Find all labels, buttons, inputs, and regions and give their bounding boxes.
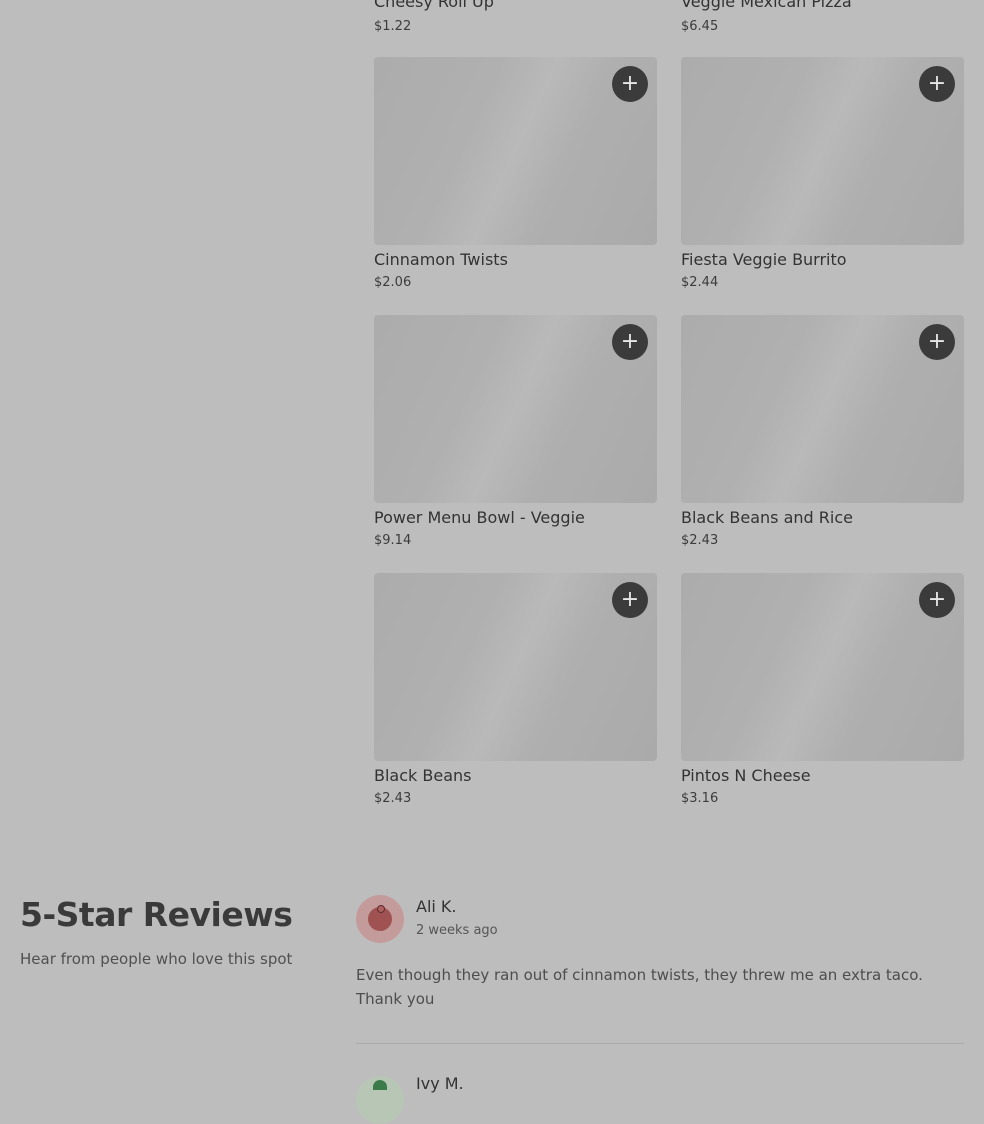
leaf-icon bbox=[373, 1080, 387, 1090]
review-time: 2 weeks ago bbox=[416, 923, 498, 938]
menu-item-card[interactable]: + Pintos N Cheese $3.16 bbox=[681, 573, 964, 806]
avatar bbox=[356, 1076, 404, 1124]
menu-item-price: $2.43 bbox=[681, 533, 719, 548]
menu-item-image[interactable]: + bbox=[374, 315, 657, 503]
reviewer-name: Ivy M. bbox=[416, 1074, 464, 1093]
menu-item-image[interactable]: + bbox=[374, 573, 657, 761]
menu-item-price: $2.44 bbox=[681, 275, 719, 290]
divider bbox=[356, 1043, 964, 1044]
reviews-subtitle: Hear from people who love this spot bbox=[20, 950, 293, 968]
reviews-header: 5-Star Reviews Hear from people who love… bbox=[20, 895, 293, 968]
reviewer-name: Ali K. bbox=[416, 897, 457, 916]
menu-item-image[interactable]: + bbox=[681, 573, 964, 761]
plus-icon: + bbox=[927, 71, 947, 96]
menu-item-price: $3.16 bbox=[681, 791, 719, 806]
reviewer-info: Ivy M. bbox=[416, 1074, 464, 1093]
menu-item-name: Black Beans and Rice bbox=[681, 508, 853, 527]
menu-item-price: $9.14 bbox=[374, 533, 412, 548]
menu-item-name: Black Beans bbox=[374, 766, 472, 785]
avatar bbox=[356, 895, 404, 943]
menu-item-card[interactable]: + Black Beans and Rice $2.43 bbox=[681, 315, 964, 548]
plus-icon: + bbox=[620, 71, 640, 96]
menu-item-card[interactable]: + Power Menu Bowl - Veggie $9.14 bbox=[374, 315, 657, 548]
reviews-title: 5-Star Reviews bbox=[20, 895, 293, 934]
menu-item-card[interactable]: Veggie Mexican Pizza $6.45 bbox=[681, 0, 852, 34]
menu-item-card[interactable]: + Fiesta Veggie Burrito $2.44 bbox=[681, 57, 964, 290]
menu-item-name: Cheesy Roll Up bbox=[374, 0, 494, 11]
menu-item-name: Veggie Mexican Pizza bbox=[681, 0, 852, 11]
add-to-cart-button[interactable]: + bbox=[612, 66, 648, 102]
menu-item-card[interactable]: Cheesy Roll Up $1.22 bbox=[374, 0, 494, 34]
plus-icon: + bbox=[927, 329, 947, 354]
add-to-cart-button[interactable]: + bbox=[919, 582, 955, 618]
tomato-icon bbox=[368, 905, 392, 931]
plus-icon: + bbox=[620, 329, 640, 354]
menu-item-name: Cinnamon Twists bbox=[374, 250, 508, 269]
menu-item-price: $1.22 bbox=[374, 19, 412, 34]
menu-item-price: $2.43 bbox=[374, 791, 412, 806]
plus-icon: + bbox=[620, 587, 640, 612]
menu-item-card[interactable]: + Black Beans $2.43 bbox=[374, 573, 657, 806]
menu-item-name: Pintos N Cheese bbox=[681, 766, 811, 785]
add-to-cart-button[interactable]: + bbox=[919, 324, 955, 360]
plus-icon: + bbox=[927, 587, 947, 612]
menu-item-card[interactable]: + Cinnamon Twists $2.06 bbox=[374, 57, 657, 290]
menu-item-name: Power Menu Bowl - Veggie bbox=[374, 508, 585, 527]
menu-item-image[interactable]: + bbox=[374, 57, 657, 245]
menu-item-image[interactable]: + bbox=[681, 315, 964, 503]
menu-item-price: $6.45 bbox=[681, 19, 719, 34]
add-to-cart-button[interactable]: + bbox=[612, 582, 648, 618]
review-text: Even though they ran out of cinnamon twi… bbox=[356, 966, 923, 1008]
add-to-cart-button[interactable]: + bbox=[612, 324, 648, 360]
menu-item-name: Fiesta Veggie Burrito bbox=[681, 250, 847, 269]
menu-item-image[interactable]: + bbox=[681, 57, 964, 245]
add-to-cart-button[interactable]: + bbox=[919, 66, 955, 102]
menu-item-price: $2.06 bbox=[374, 275, 412, 290]
reviewer-info: Ali K. 2 weeks ago bbox=[416, 897, 498, 938]
